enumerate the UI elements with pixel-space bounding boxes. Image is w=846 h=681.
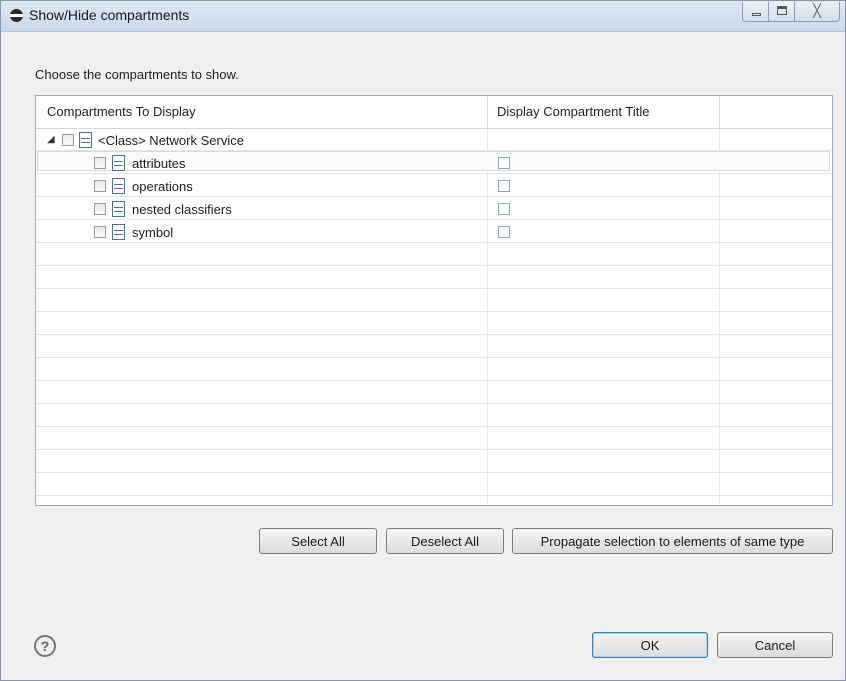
select-all-button[interactable]: Select All xyxy=(259,528,377,554)
row-gridline xyxy=(36,311,832,312)
compartment-icon xyxy=(112,224,125,240)
attributes-title-checkbox[interactable] xyxy=(498,157,510,169)
ok-button[interactable]: OK xyxy=(592,632,708,658)
symbol-title-checkbox[interactable] xyxy=(498,226,510,238)
symbol-label: symbol xyxy=(132,225,174,240)
tree-row-nested-classifiers[interactable]: nested classifiers xyxy=(36,198,487,220)
attributes-label: attributes xyxy=(132,156,186,171)
row-gridline xyxy=(36,403,832,404)
root-checkbox[interactable] xyxy=(62,134,74,146)
tree-row-operations[interactable]: operations xyxy=(36,175,487,197)
tree-row-symbol[interactable]: symbol xyxy=(36,221,487,243)
attributes-checkbox[interactable] xyxy=(94,157,106,169)
close-button[interactable]: ╳ xyxy=(795,2,840,22)
symbol-checkbox[interactable] xyxy=(94,226,106,238)
window-title: Show/Hide compartments xyxy=(29,7,190,23)
app-icon xyxy=(10,9,23,22)
header-divider[interactable] xyxy=(719,96,720,128)
tree-row-root[interactable]: ◢ <Class> Network Service xyxy=(36,129,487,151)
title-bar[interactable]: Show/Hide compartments ╳ xyxy=(1,1,845,32)
table-header: Compartments To Display Display Compartm… xyxy=(36,96,832,129)
row-gridline xyxy=(36,449,832,450)
nested-classifiers-label: nested classifiers xyxy=(132,202,232,217)
row-gridline xyxy=(36,334,832,335)
deselect-all-button[interactable]: Deselect All xyxy=(386,528,504,554)
column-header-compartments[interactable]: Compartments To Display xyxy=(47,104,196,119)
compartment-icon xyxy=(79,132,92,148)
show-hide-compartments-dialog: Show/Hide compartments ╳ Choose the comp… xyxy=(0,0,846,681)
row-gridline xyxy=(36,265,832,266)
tree-row-attributes[interactable]: attributes xyxy=(36,152,487,174)
maximize-icon xyxy=(777,6,787,15)
row-gridline xyxy=(36,357,832,358)
window-controls: ╳ xyxy=(742,2,840,22)
maximize-button[interactable] xyxy=(769,2,795,22)
nested-classifiers-title-checkbox[interactable] xyxy=(498,203,510,215)
cancel-button[interactable]: Cancel xyxy=(717,632,833,658)
compartment-icon xyxy=(112,178,125,194)
compartments-table: Compartments To Display Display Compartm… xyxy=(35,95,833,506)
row-gridline xyxy=(36,495,832,496)
minimize-icon xyxy=(752,13,761,16)
operations-label: operations xyxy=(132,179,193,194)
help-icon[interactable]: ? xyxy=(34,635,56,657)
column-header-display-title[interactable]: Display Compartment Title xyxy=(497,104,649,119)
compartment-icon xyxy=(112,201,125,217)
header-divider[interactable] xyxy=(487,96,488,128)
operations-checkbox[interactable] xyxy=(94,180,106,192)
close-icon: ╳ xyxy=(813,3,821,18)
row-gridline xyxy=(36,380,832,381)
propagate-selection-button[interactable]: Propagate selection to elements of same … xyxy=(512,528,833,554)
expand-arrow-icon[interactable]: ◢ xyxy=(47,134,55,145)
root-label: <Class> Network Service xyxy=(98,133,244,148)
nested-classifiers-checkbox[interactable] xyxy=(94,203,106,215)
instruction-text: Choose the compartments to show. xyxy=(35,67,239,82)
compartment-icon xyxy=(112,155,125,171)
row-gridline xyxy=(36,426,832,427)
row-gridline xyxy=(36,472,832,473)
row-gridline xyxy=(36,288,832,289)
minimize-button[interactable] xyxy=(742,2,769,22)
operations-title-checkbox[interactable] xyxy=(498,180,510,192)
